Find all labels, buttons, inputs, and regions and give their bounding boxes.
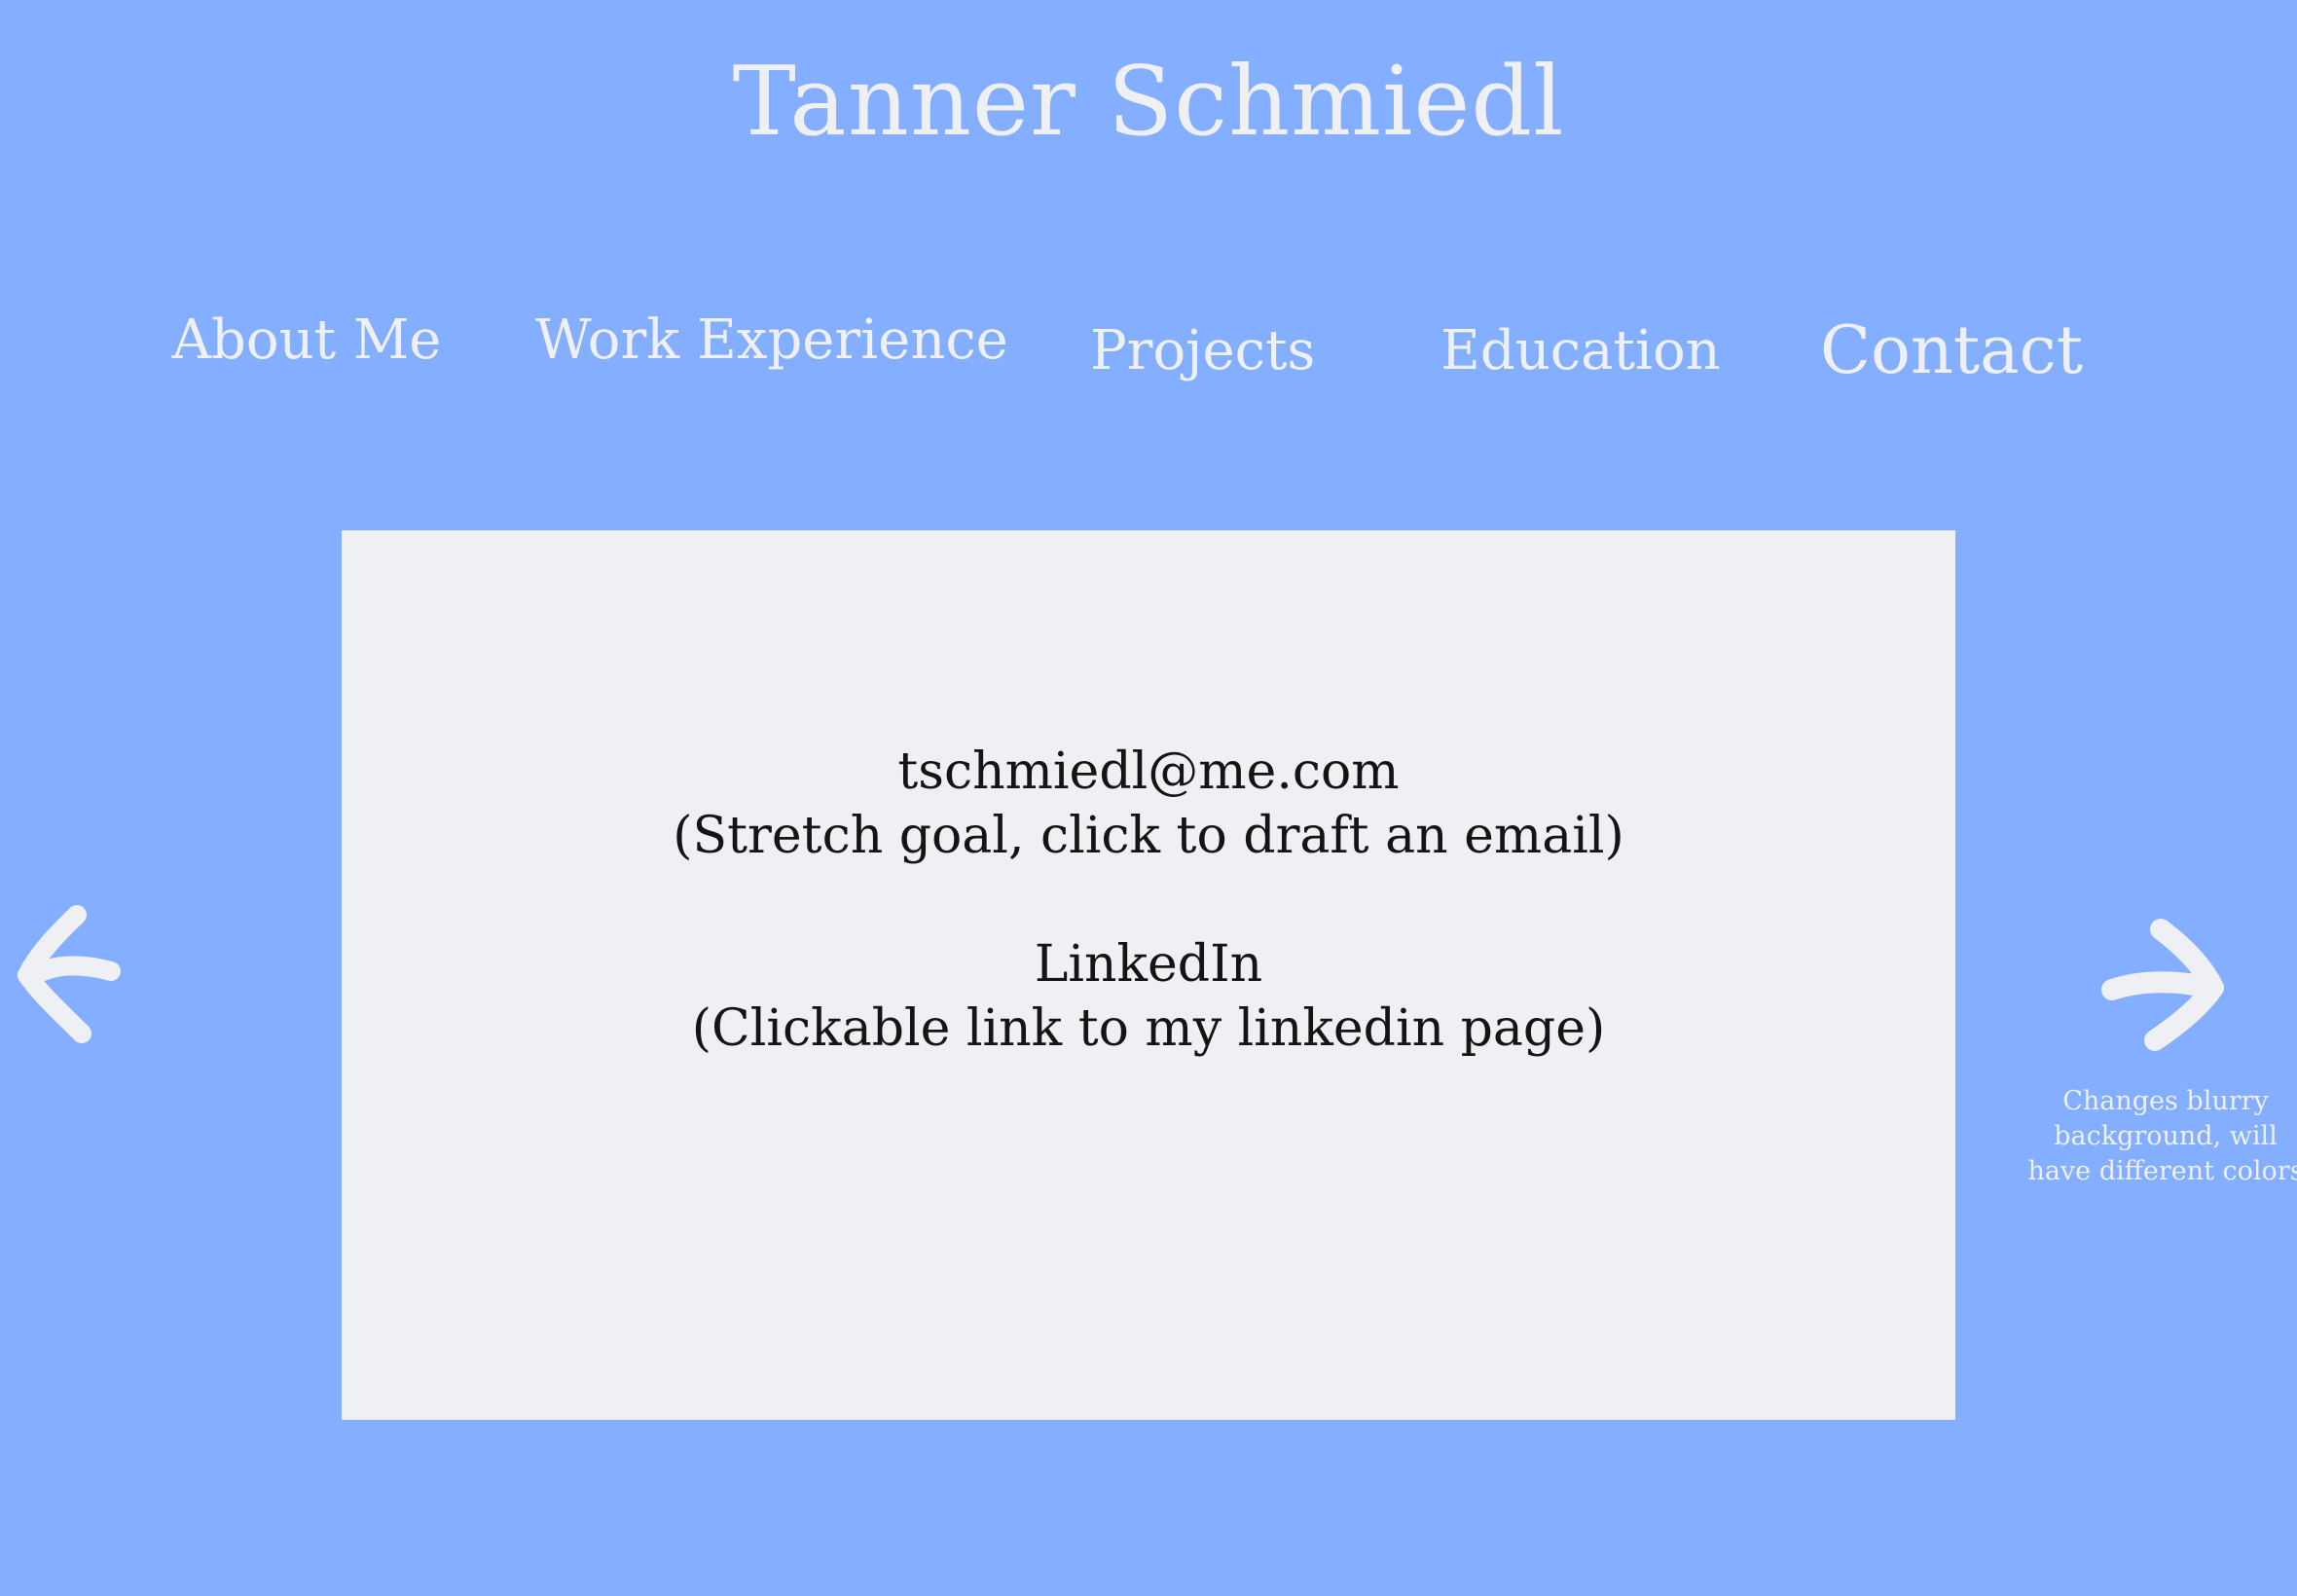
prev-background-button[interactable] <box>14 895 130 1051</box>
next-background-button[interactable] <box>2093 910 2229 1056</box>
linkedin-note: (Clickable link to my linkedin page) <box>691 999 1606 1058</box>
nav-item-work-experience[interactable]: Work Experience <box>535 307 1008 375</box>
background-note: Changes blurry background, will have dif… <box>2024 1084 2297 1189</box>
nav-item-about-me[interactable]: About Me <box>165 307 448 375</box>
nav-item-projects[interactable]: Projects <box>1090 317 1315 385</box>
contact-card: tschmiedl@me.com (Stretch goal, click to… <box>342 530 1955 1420</box>
arrow-right-icon <box>2101 919 2224 1051</box>
arrow-left-icon <box>18 905 121 1043</box>
nav-item-education[interactable]: Education <box>1440 317 1721 385</box>
email-link[interactable]: tschmiedl@me.com <box>342 740 1955 804</box>
nav-item-contact[interactable]: Contact <box>1820 312 2083 390</box>
background-note-line: have different colors <box>2027 1156 2297 1186</box>
email-note: (Stretch goal, click to draft an email) <box>673 807 1624 865</box>
linkedin-link[interactable]: LinkedIn <box>342 932 1955 997</box>
background-note-line: background, will <box>2054 1121 2278 1151</box>
page-title: Tanner Schmiedl <box>732 47 1565 158</box>
background-note-line: Changes blurry <box>2062 1086 2269 1116</box>
